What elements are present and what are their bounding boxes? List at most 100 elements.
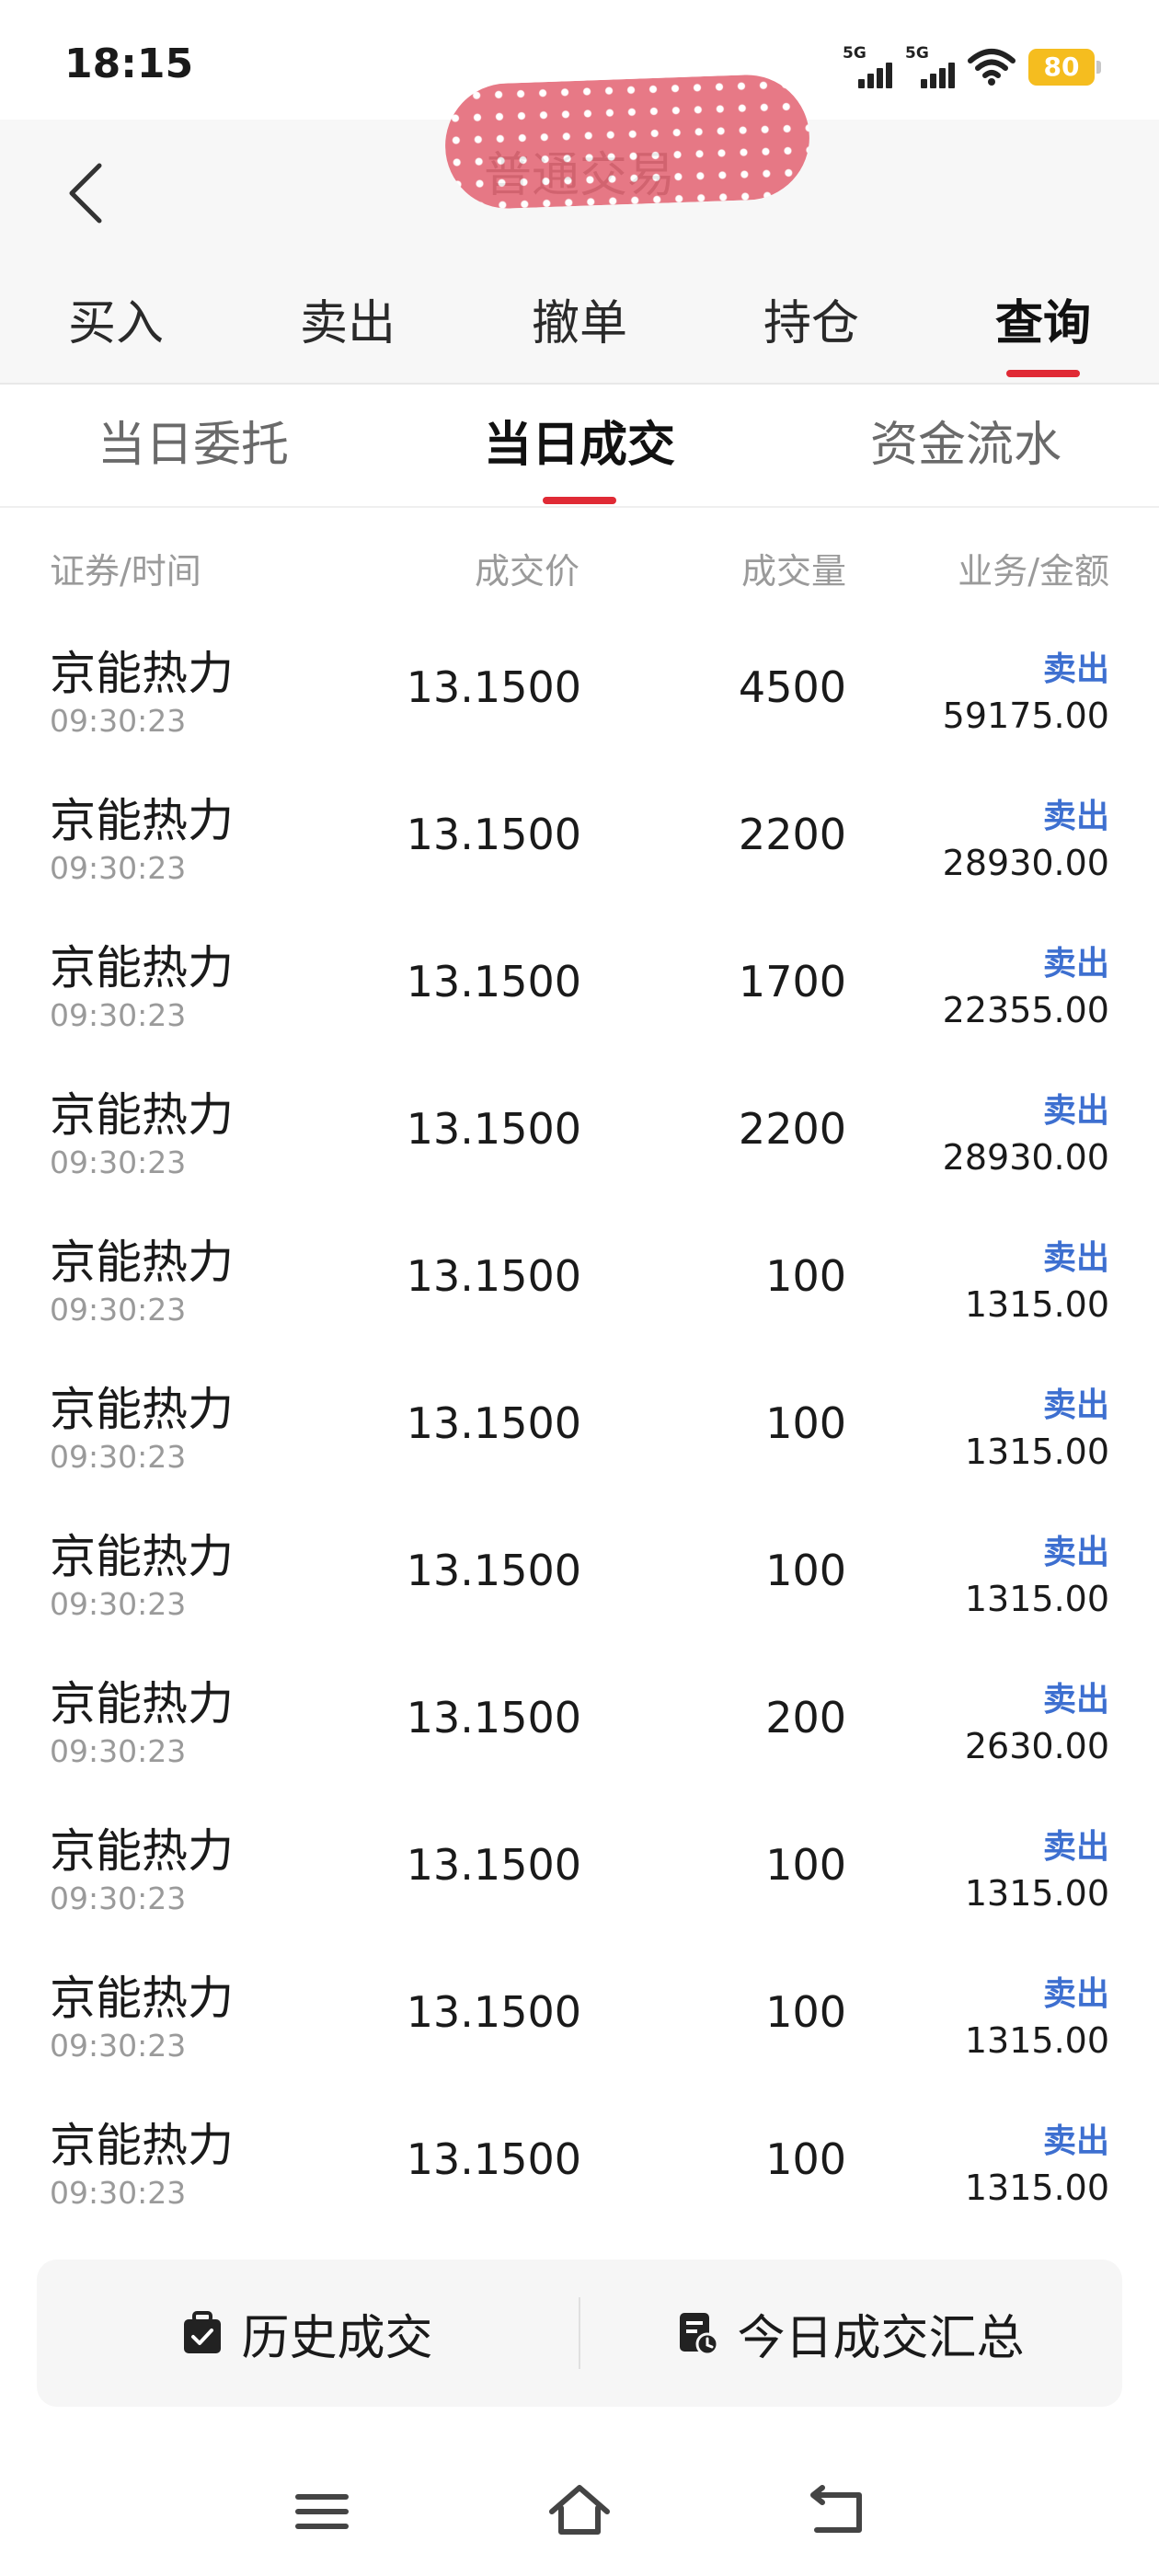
trade-price: 13.1500 [406, 1840, 581, 1890]
security-name: 京能热力 [50, 1972, 234, 2025]
security-name: 京能热力 [50, 941, 234, 995]
table-row[interactable]: 京能热力 09:30:23 13.1500 100 卖出 1315.00 [0, 1498, 1159, 1645]
table-row[interactable]: 京能热力 09:30:23 13.1500 2200 卖出 28930.00 [0, 1056, 1159, 1203]
bottom-action-bar: 历史成交 今日成交汇总 [37, 2260, 1122, 2407]
document-clock-icon [680, 2313, 719, 2355]
table-row[interactable]: 京能热力 09:30:23 13.1500 100 卖出 1315.00 [0, 1351, 1159, 1498]
table-row[interactable]: 京能热力 09:30:23 13.1500 2200 卖出 28930.00 [0, 762, 1159, 909]
nav-back-button[interactable] [800, 2475, 874, 2548]
security-name: 京能热力 [50, 1383, 234, 1436]
trade-price: 13.1500 [406, 1398, 581, 1448]
trade-operation: 卖出 [1042, 1828, 1109, 1866]
table-row[interactable]: 京能热力 09:30:23 13.1500 1700 卖出 22355.00 [0, 909, 1159, 1056]
trade-time: 09:30:23 [50, 1439, 187, 1475]
status-icons: 5G 5G 80 [843, 44, 1101, 90]
subtab-today-trades[interactable]: 当日成交 [386, 386, 773, 506]
security-name: 京能热力 [50, 1824, 234, 1878]
trade-amount: 1315.00 [964, 1284, 1109, 1325]
trade-time: 09:30:23 [50, 997, 187, 1033]
nav-menu-button[interactable] [285, 2475, 359, 2548]
trade-time: 09:30:23 [50, 1733, 187, 1769]
column-header-quantity: 成交量 [740, 551, 846, 592]
trades-list: 京能热力 09:30:23 13.1500 4500 卖出 59175.00 京… [0, 615, 1159, 2234]
trade-time: 09:30:23 [50, 703, 187, 739]
trade-operation: 卖出 [1042, 650, 1109, 688]
tab-cancel-order[interactable]: 撤单 [464, 267, 695, 383]
subtab-today-orders[interactable]: 当日委托 [0, 386, 386, 506]
column-header-op-amount: 业务/金额 [958, 551, 1109, 592]
security-name: 京能热力 [50, 794, 234, 847]
trade-amount: 1315.00 [964, 2168, 1109, 2208]
security-name: 京能热力 [50, 1236, 234, 1289]
trade-time: 09:30:23 [50, 2028, 187, 2064]
trade-operation: 卖出 [1042, 1092, 1109, 1130]
trade-price: 13.1500 [406, 2134, 581, 2184]
trade-amount: 59175.00 [942, 696, 1109, 736]
home-icon [549, 2485, 610, 2535]
tab-positions[interactable]: 持仓 [695, 267, 927, 383]
table-row[interactable]: 京能热力 09:30:23 13.1500 100 卖出 1315.00 [0, 1939, 1159, 2087]
signal-5g-icon: 5G [905, 44, 955, 88]
trade-amount: 1315.00 [964, 1432, 1109, 1472]
signal-5g-icon: 5G [843, 44, 892, 88]
table-row[interactable]: 京能热力 09:30:23 13.1500 4500 卖出 59175.00 [0, 615, 1159, 762]
trade-price: 13.1500 [406, 1104, 581, 1154]
table-row[interactable]: 京能热力 09:30:23 13.1500 100 卖出 1315.00 [0, 1203, 1159, 1351]
tab-buy[interactable]: 买入 [0, 267, 232, 383]
trade-price: 13.1500 [406, 1987, 581, 2037]
trade-amount: 2630.00 [964, 1726, 1109, 1766]
menu-icon [295, 2494, 349, 2529]
security-name: 京能热力 [50, 1677, 234, 1731]
trade-amount: 1315.00 [964, 1579, 1109, 1619]
today-summary-label: 今日成交汇总 [737, 2310, 1025, 2366]
trade-operation: 卖出 [1042, 798, 1109, 835]
trade-operation: 卖出 [1042, 2122, 1109, 2160]
history-trades-button[interactable]: 历史成交 [37, 2260, 579, 2407]
column-header-price: 成交价 [474, 551, 580, 592]
column-header-security-time: 证券/时间 [50, 551, 201, 592]
today-summary-button[interactable]: 今日成交汇总 [580, 2260, 1122, 2407]
trade-time: 09:30:23 [50, 2175, 187, 2211]
table-row[interactable]: 京能热力 09:30:23 13.1500 100 卖出 1315.00 [0, 1792, 1159, 1939]
battery-icon: 80 [1028, 49, 1101, 86]
trade-amount: 28930.00 [942, 1137, 1109, 1178]
sub-tabs: 当日委托 当日成交 资金流水 [0, 386, 1159, 508]
trade-price: 13.1500 [406, 1693, 581, 1742]
trade-operation: 卖出 [1042, 945, 1109, 983]
briefcase-check-icon [184, 2311, 222, 2353]
signal-label: 5G [905, 44, 929, 63]
trade-quantity: 4500 [738, 662, 846, 712]
trade-amount: 28930.00 [942, 843, 1109, 883]
trade-amount: 1315.00 [964, 1873, 1109, 1914]
nav-home-button[interactable] [543, 2475, 616, 2548]
trade-quantity: 200 [765, 1693, 846, 1742]
trade-operation: 卖出 [1042, 1386, 1109, 1424]
subtab-fund-flow[interactable]: 资金流水 [773, 386, 1159, 506]
table-row[interactable]: 京能热力 09:30:23 13.1500 100 卖出 1315.00 [0, 2087, 1159, 2234]
trade-time: 09:30:23 [50, 850, 187, 886]
security-name: 京能热力 [50, 1530, 234, 1583]
system-nav-bar [0, 2447, 1159, 2576]
signal-label: 5G [843, 44, 866, 63]
security-name: 京能热力 [50, 647, 234, 700]
trade-time: 09:30:23 [50, 1144, 187, 1180]
status-time: 18:15 [64, 40, 194, 87]
tab-sell[interactable]: 卖出 [232, 267, 464, 383]
history-trades-label: 历史成交 [241, 2310, 433, 2366]
trade-price: 13.1500 [406, 662, 581, 712]
trade-quantity: 1700 [738, 957, 846, 1006]
trade-operation: 卖出 [1042, 1239, 1109, 1277]
tab-query[interactable]: 查询 [927, 267, 1159, 383]
trade-quantity: 100 [765, 2134, 846, 2184]
trade-quantity: 100 [765, 1987, 846, 2037]
trade-operation: 卖出 [1042, 1681, 1109, 1719]
trade-price: 13.1500 [406, 810, 581, 859]
trade-price: 13.1500 [406, 1546, 581, 1595]
trade-amount: 1315.00 [964, 2020, 1109, 2061]
trade-time: 09:30:23 [50, 1880, 187, 1916]
trade-quantity: 100 [765, 1251, 846, 1301]
trade-quantity: 100 [765, 1840, 846, 1890]
table-row[interactable]: 京能热力 09:30:23 13.1500 200 卖出 2630.00 [0, 1645, 1159, 1792]
trade-price: 13.1500 [406, 957, 581, 1006]
trade-quantity: 100 [765, 1546, 846, 1595]
